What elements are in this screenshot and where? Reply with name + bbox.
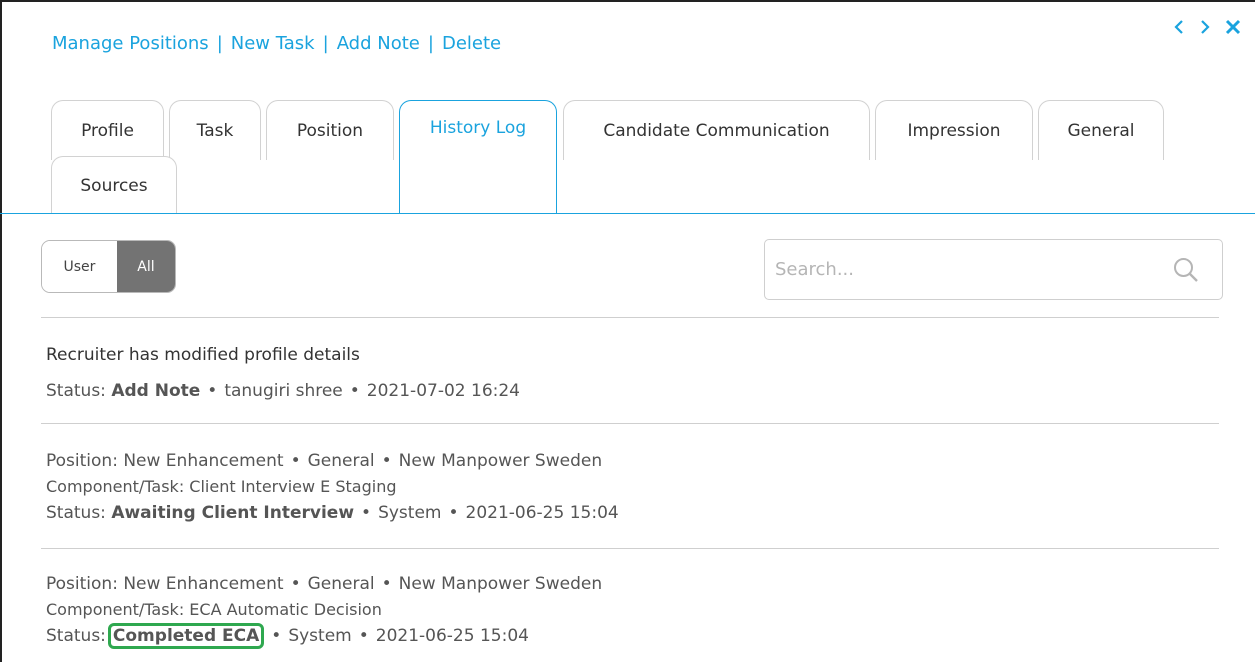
user-all-toggle: User All <box>41 240 176 293</box>
history-entry: Position: New Enhancement • General • New Ma… <box>46 448 619 526</box>
toggle-all[interactable]: All <box>116 241 175 292</box>
entry-timestamp: 2021-06-25 15:04 <box>465 503 619 523</box>
entry-user: tanugiri shree <box>224 381 343 401</box>
entry-user: System <box>288 626 352 646</box>
bullet: • <box>271 626 282 646</box>
search-box <box>764 239 1223 300</box>
bullet: • <box>361 503 372 523</box>
entry-component: Component/Task: ECA Automatic Decision <box>46 600 382 619</box>
bullet: • <box>381 574 392 594</box>
search-icon[interactable] <box>1172 256 1200 284</box>
entry-position: Position: New Enhancement <box>46 574 284 594</box>
tab-history-log[interactable]: History Log <box>399 100 557 214</box>
entry-component: Component/Task: Client Interview E Stagi… <box>46 477 397 496</box>
bullet: • <box>290 451 301 471</box>
bullet: • <box>290 574 301 594</box>
new-task-link[interactable]: New Task <box>231 33 315 54</box>
entry-position-type: General <box>307 451 375 471</box>
manage-positions-link[interactable]: Manage Positions <box>52 33 209 54</box>
tab-impression[interactable]: Impression <box>875 100 1033 160</box>
bullet: • <box>381 451 392 471</box>
bullet: • <box>349 381 360 401</box>
status-value: Add Note <box>111 381 201 401</box>
window-nav <box>1173 18 1241 36</box>
entry-timestamp: 2021-06-25 15:04 <box>375 626 529 646</box>
bullet: • <box>207 381 218 401</box>
search-input[interactable] <box>775 240 1155 299</box>
toggle-user[interactable]: User <box>42 241 117 292</box>
status-label: Status: <box>46 381 106 401</box>
tab-candidate-communication[interactable]: Candidate Communication <box>563 100 870 160</box>
tab-task[interactable]: Task <box>169 100 261 160</box>
chevron-left-icon[interactable] <box>1173 18 1185 36</box>
tab-profile[interactable]: Profile <box>51 100 164 160</box>
status-value: Awaiting Client Interview <box>111 503 355 523</box>
chevron-right-icon[interactable] <box>1199 18 1211 36</box>
history-entry: Position: New Enhancement • General • New Ma… <box>46 571 602 649</box>
tab-bar-line <box>0 213 1255 214</box>
entry-user: System <box>378 503 442 523</box>
add-note-link[interactable]: Add Note <box>337 33 420 54</box>
bullet: • <box>358 626 369 646</box>
entry-company: New Manpower Sweden <box>398 451 603 471</box>
status-label: Status: <box>46 626 106 646</box>
separator: | <box>216 33 223 54</box>
separator: | <box>322 33 329 54</box>
close-icon[interactable] <box>1225 18 1241 36</box>
history-entry: Recruiter has modified profile details S… <box>46 341 520 405</box>
separator: | <box>427 33 434 54</box>
entry-company: New Manpower Sweden <box>398 574 603 594</box>
action-links: Manage Positions | New Task | Add Note | Delet… <box>52 33 501 54</box>
status-label: Status: <box>46 503 106 523</box>
entry-position: Position: New Enhancement <box>46 451 284 471</box>
entry-timestamp: 2021-07-02 16:24 <box>366 381 520 401</box>
entry-position-type: General <box>307 574 375 594</box>
entry-title: Recruiter has modified profile details <box>46 345 360 365</box>
tab-position[interactable]: Position <box>266 100 394 160</box>
tab-sources[interactable]: Sources <box>51 156 177 214</box>
divider <box>41 548 1219 549</box>
bullet: • <box>448 503 459 523</box>
divider <box>41 317 1219 318</box>
tab-general[interactable]: General <box>1038 100 1164 160</box>
delete-link[interactable]: Delete <box>442 33 501 54</box>
status-value-highlighted: Completed ECA <box>107 623 265 649</box>
divider <box>41 423 1219 424</box>
